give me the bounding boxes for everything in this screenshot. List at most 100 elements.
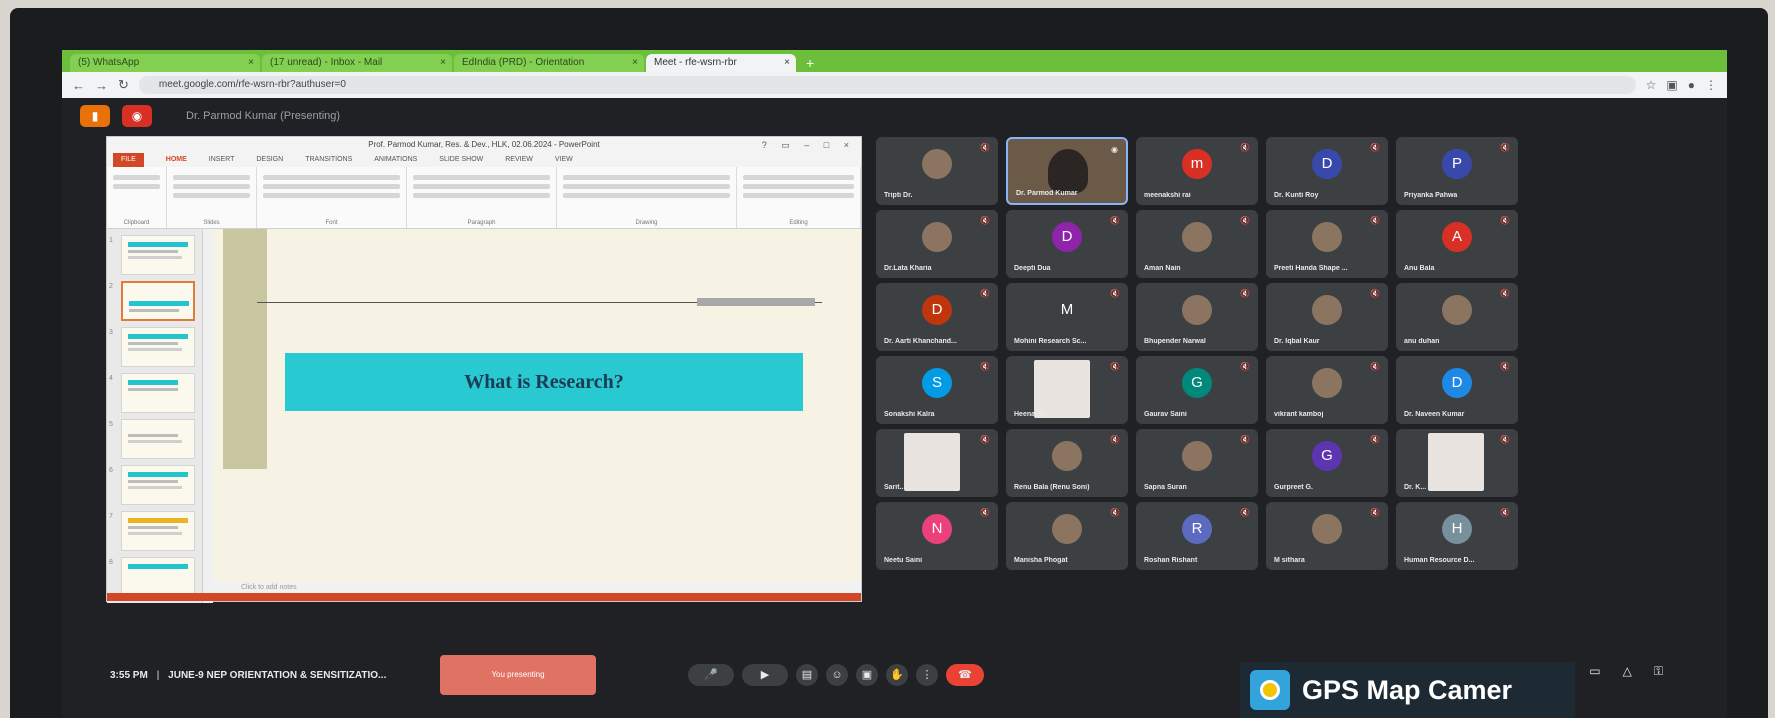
star-icon[interactable]: ☆ (1646, 78, 1657, 92)
slide-thumbnail[interactable] (121, 235, 195, 275)
ribbon-tab-design[interactable]: DESIGN (256, 153, 283, 167)
mic-muted-icon: 🔇 (1500, 362, 1510, 371)
slide-side-bar (223, 229, 267, 469)
ribbon-group-editing[interactable]: Editing (737, 167, 861, 228)
close-icon[interactable]: × (632, 54, 638, 72)
ribbon-group-drawing[interactable]: Drawing (557, 167, 737, 228)
participant-tile[interactable]: D 🔇 Deepti Dua (1006, 210, 1128, 278)
ribbon-group-font[interactable]: Font (257, 167, 407, 228)
participant-tile[interactable]: 🔇 Heena Sh... (1006, 356, 1128, 424)
browser-tab-meet[interactable]: Meet - rfe-wsrn-rbr × (646, 54, 796, 72)
back-icon[interactable]: ← (72, 78, 85, 93)
participant-tile[interactable]: G 🔇 Gaurav Saini (1136, 356, 1258, 424)
forward-icon[interactable]: → (95, 78, 108, 93)
chat-icon[interactable]: ▭ (1589, 664, 1600, 681)
participant-tile[interactable]: R 🔇 Roshan Rishant (1136, 502, 1258, 570)
present-screen-icon[interactable]: ▣ (856, 664, 878, 686)
end-call-icon[interactable]: ☎ (946, 664, 984, 686)
stop-presenting-icon[interactable]: ◉ (122, 105, 152, 127)
address-bar[interactable]: meet.google.com/rfe-wsrn-rbr?authuser=0 (138, 76, 1636, 94)
slide-thumbnail[interactable] (121, 419, 195, 459)
close-icon[interactable]: × (248, 54, 254, 72)
close-icon[interactable]: × (784, 54, 790, 72)
browser-tab-mail[interactable]: (17 unread) - Inbox - Mail × (262, 54, 452, 72)
ribbon-tab-slide-show[interactable]: SLIDE SHOW (439, 153, 483, 167)
ribbon-tab-insert[interactable]: INSERT (209, 153, 235, 167)
participant-tile[interactable]: 🔇 Tripti Dr. (876, 137, 998, 205)
presenting-chip[interactable]: You presenting (440, 655, 596, 695)
ribbon-group-slides[interactable]: Slides (167, 167, 257, 228)
menu-icon[interactable]: ⋮ (1705, 78, 1717, 92)
activities-icon[interactable]: △ (1623, 664, 1632, 681)
participant-tile[interactable]: D 🔇 Dr. Kunti Roy (1266, 137, 1388, 205)
participant-tile[interactable]: 🔇 Dr. Iqbal Kaur (1266, 283, 1388, 351)
new-tab-icon[interactable]: + (798, 54, 822, 72)
browser-tab-edindia[interactable]: EdIndia (PRD) - Orientation × (454, 54, 644, 72)
window-controls[interactable]: ? ▭ – □ × (762, 137, 855, 153)
participant-tile[interactable]: A 🔇 Anu Bala (1396, 210, 1518, 278)
emoji-icon[interactable]: ☺ (826, 664, 848, 686)
more-options-icon[interactable]: ⋮ (916, 664, 938, 686)
ribbon-group-paragraph[interactable]: Paragraph (407, 167, 557, 228)
participant-tile[interactable]: 🔇 Dr. K... (1396, 429, 1518, 497)
participant-tile[interactable]: D 🔇 Dr. Aarti Khanchand... (876, 283, 998, 351)
participant-tile[interactable]: S 🔇 Sonakshi Kalra (876, 356, 998, 424)
microphone-icon[interactable]: 🎤 (688, 664, 734, 686)
participant-tile[interactable]: 🔇 Preeti Handa Shape ... (1266, 210, 1388, 278)
participant-tile[interactable]: 🔇 Manisha Phogat (1006, 502, 1128, 570)
raise-hand-icon[interactable]: ✋ (886, 664, 908, 686)
participant-avatar: H (1442, 514, 1472, 544)
profile-icon[interactable]: ● (1688, 78, 1695, 92)
participant-avatar: S (922, 368, 952, 398)
present-icon[interactable]: ▮ (80, 105, 110, 127)
participant-tile[interactable]: 🔇 Renu Bala (Renu Soni) (1006, 429, 1128, 497)
participant-tile[interactable]: M 🔇 Mohini Research Sc... (1006, 283, 1128, 351)
camera-icon[interactable]: ▶ (742, 664, 788, 686)
participant-tile[interactable]: 🔇 vikrant kamboj (1266, 356, 1388, 424)
participant-name: Dr. Parmod Kumar (1016, 190, 1078, 197)
slide-thumbnail[interactable] (121, 557, 195, 597)
slide-canvas[interactable]: What is Research? (213, 229, 861, 581)
participant-name: vikrant kamboj (1274, 411, 1324, 418)
ribbon-tab-file[interactable]: FILE (113, 153, 144, 167)
mic-muted-icon: 🔇 (980, 508, 990, 517)
participant-tile[interactable]: 🔇 Sarit... (876, 429, 998, 497)
ribbon-tab-view[interactable]: VIEW (555, 153, 573, 167)
participant-tile[interactable]: m 🔇 meenakshi rai (1136, 137, 1258, 205)
participant-tile[interactable]: 🔇 Aman Nain (1136, 210, 1258, 278)
slide-thumbnail[interactable] (121, 511, 195, 551)
ribbon-group-clipboard[interactable]: Clipboard (107, 167, 167, 228)
slide-thumbnail[interactable] (121, 465, 195, 505)
ribbon-tab-home[interactable]: HOME (166, 153, 187, 167)
participant-tile[interactable]: H 🔇 Human Resource D... (1396, 502, 1518, 570)
thumbnail-scrollbar[interactable] (203, 229, 213, 603)
close-icon[interactable]: × (440, 54, 446, 72)
participant-tile[interactable]: ◉ Dr. Parmod Kumar (1006, 137, 1128, 205)
participant-name: meenakshi rai (1144, 192, 1191, 199)
participant-tile[interactable]: D 🔇 Dr. Naveen Kumar (1396, 356, 1518, 424)
participant-name: Aman Nain (1144, 265, 1181, 272)
participant-tile[interactable]: P 🔇 Priyanka Pahwa (1396, 137, 1518, 205)
ribbon-tab-transitions[interactable]: TRANSITIONS (305, 153, 352, 167)
reload-icon[interactable]: ↻ (118, 77, 129, 93)
participant-tile[interactable]: 🔇 M sithara (1266, 502, 1388, 570)
mic-muted-icon: 🔇 (1240, 289, 1250, 298)
slide-thumbnail[interactable] (121, 373, 195, 413)
participant-avatar: G (1182, 368, 1212, 398)
participant-tile[interactable]: 🔇 Sapna Suran (1136, 429, 1258, 497)
participant-tile[interactable]: 🔇 anu duhan (1396, 283, 1518, 351)
extensions-icon[interactable]: ▣ (1666, 78, 1677, 92)
participant-tile[interactable]: 🔇 Bhupender Narwal (1136, 283, 1258, 351)
participant-tile[interactable]: N 🔇 Neetu Saini (876, 502, 998, 570)
mic-muted-icon: 🔇 (1500, 435, 1510, 444)
slide-thumbnail-selected[interactable] (121, 281, 195, 321)
ribbon-tab-animations[interactable]: ANIMATIONS (374, 153, 417, 167)
participant-tile[interactable]: 🔇 Dr.Lata Kharia (876, 210, 998, 278)
captions-icon[interactable]: ▤ (796, 664, 818, 686)
slide-thumbnail[interactable] (121, 327, 195, 367)
browser-tab-whatsapp[interactable]: (5) WhatsApp × (70, 54, 260, 72)
lock-icon[interactable]: ⚿ (1654, 664, 1663, 681)
participant-name: Mohini Research Sc... (1014, 338, 1087, 345)
participant-tile[interactable]: G 🔇 Gurpreet G. (1266, 429, 1388, 497)
ribbon-tab-review[interactable]: REVIEW (505, 153, 533, 167)
